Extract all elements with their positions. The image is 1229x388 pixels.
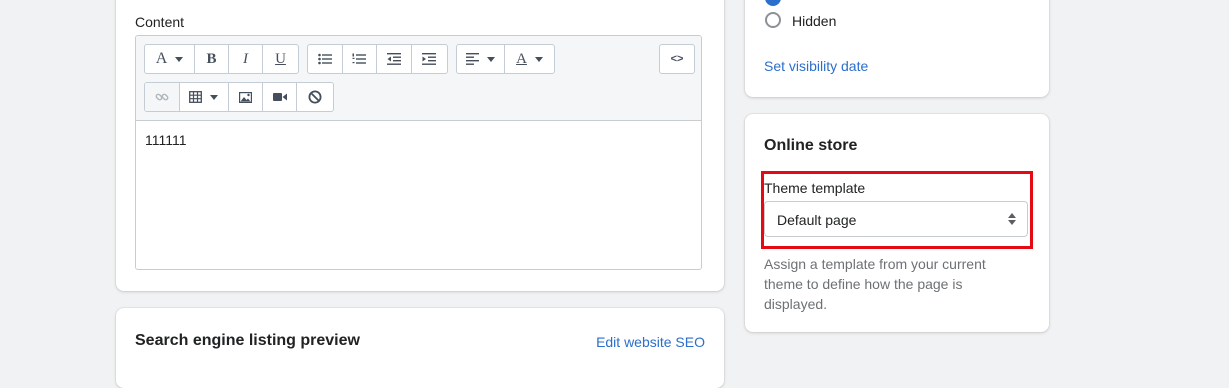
align-left-icon bbox=[466, 53, 479, 65]
text-style-group: A B I U bbox=[144, 44, 299, 74]
seo-card: Search engine listing preview Edit websi… bbox=[116, 308, 724, 388]
editor-body[interactable]: 111111 bbox=[145, 132, 187, 148]
html-toggle-group: <> bbox=[659, 44, 695, 74]
online-store-title: Online store bbox=[764, 137, 858, 154]
video-icon bbox=[272, 93, 287, 101]
table-icon bbox=[189, 91, 203, 103]
bullet-list-icon bbox=[317, 53, 332, 65]
theme-template-help-text: Assign a template from your current them… bbox=[764, 256, 986, 312]
html-toggle-button[interactable]: <> bbox=[660, 45, 694, 73]
bold-icon: B bbox=[206, 50, 217, 67]
italic-button[interactable]: I bbox=[229, 45, 263, 73]
link-button[interactable] bbox=[145, 83, 180, 111]
visible-radio[interactable] bbox=[765, 0, 781, 6]
bold-button[interactable]: B bbox=[195, 45, 229, 73]
outdent-button[interactable] bbox=[377, 45, 412, 73]
editor-toolbar: A B I U A <> bbox=[136, 36, 701, 121]
text-color-icon: A bbox=[516, 50, 527, 67]
table-dropdown[interactable] bbox=[180, 83, 230, 111]
theme-template-select[interactable]: Default page bbox=[764, 201, 1028, 237]
chevron-down-icon bbox=[175, 56, 184, 62]
content-card: Content A B I U A <> 111111 bbox=[116, 0, 724, 291]
insert-video-button[interactable] bbox=[263, 83, 298, 111]
numbered-list-icon bbox=[352, 53, 367, 64]
code-icon: <> bbox=[670, 53, 684, 65]
content-label: Content bbox=[135, 14, 185, 30]
select-arrows-icon bbox=[1008, 213, 1016, 225]
align-dropdown[interactable] bbox=[457, 45, 506, 73]
underline-button[interactable]: U bbox=[263, 45, 298, 73]
insert-group bbox=[144, 82, 334, 112]
edit-seo-link[interactable]: Edit website SEO bbox=[596, 334, 705, 350]
indent-button[interactable] bbox=[412, 45, 447, 73]
seo-card-title: Search engine listing preview bbox=[135, 332, 360, 349]
underline-icon: U bbox=[275, 50, 286, 67]
chevron-down-icon bbox=[487, 56, 495, 62]
visibility-card: Hidden Set visibility date bbox=[745, 0, 1049, 97]
theme-template-label: Theme template bbox=[764, 180, 866, 196]
chevron-down-icon bbox=[534, 56, 543, 62]
outdent-icon bbox=[386, 53, 401, 65]
link-icon bbox=[155, 93, 169, 101]
font-style-dropdown[interactable]: A bbox=[145, 45, 195, 73]
indent-icon bbox=[422, 53, 437, 65]
text-color-dropdown[interactable]: A bbox=[505, 45, 554, 73]
image-icon bbox=[238, 91, 252, 103]
clear-formatting-icon bbox=[308, 90, 322, 104]
hidden-radio-label[interactable]: Hidden bbox=[792, 13, 836, 29]
clear-formatting-button[interactable] bbox=[297, 83, 333, 111]
list-group bbox=[307, 44, 448, 74]
align-color-group: A bbox=[456, 44, 555, 74]
theme-template-value: Default page bbox=[777, 212, 857, 228]
set-visibility-date-link[interactable]: Set visibility date bbox=[764, 58, 868, 74]
bullet-list-button[interactable] bbox=[308, 45, 343, 73]
hidden-radio[interactable] bbox=[765, 12, 781, 28]
italic-icon: I bbox=[243, 50, 248, 67]
font-a-icon: A bbox=[155, 50, 168, 67]
chevron-down-icon bbox=[210, 94, 219, 100]
online-store-card: Online store Theme template Default page… bbox=[745, 114, 1049, 332]
rich-text-editor: A B I U A <> 111111 bbox=[135, 35, 702, 270]
insert-image-button[interactable] bbox=[229, 83, 263, 111]
numbered-list-button[interactable] bbox=[343, 45, 377, 73]
